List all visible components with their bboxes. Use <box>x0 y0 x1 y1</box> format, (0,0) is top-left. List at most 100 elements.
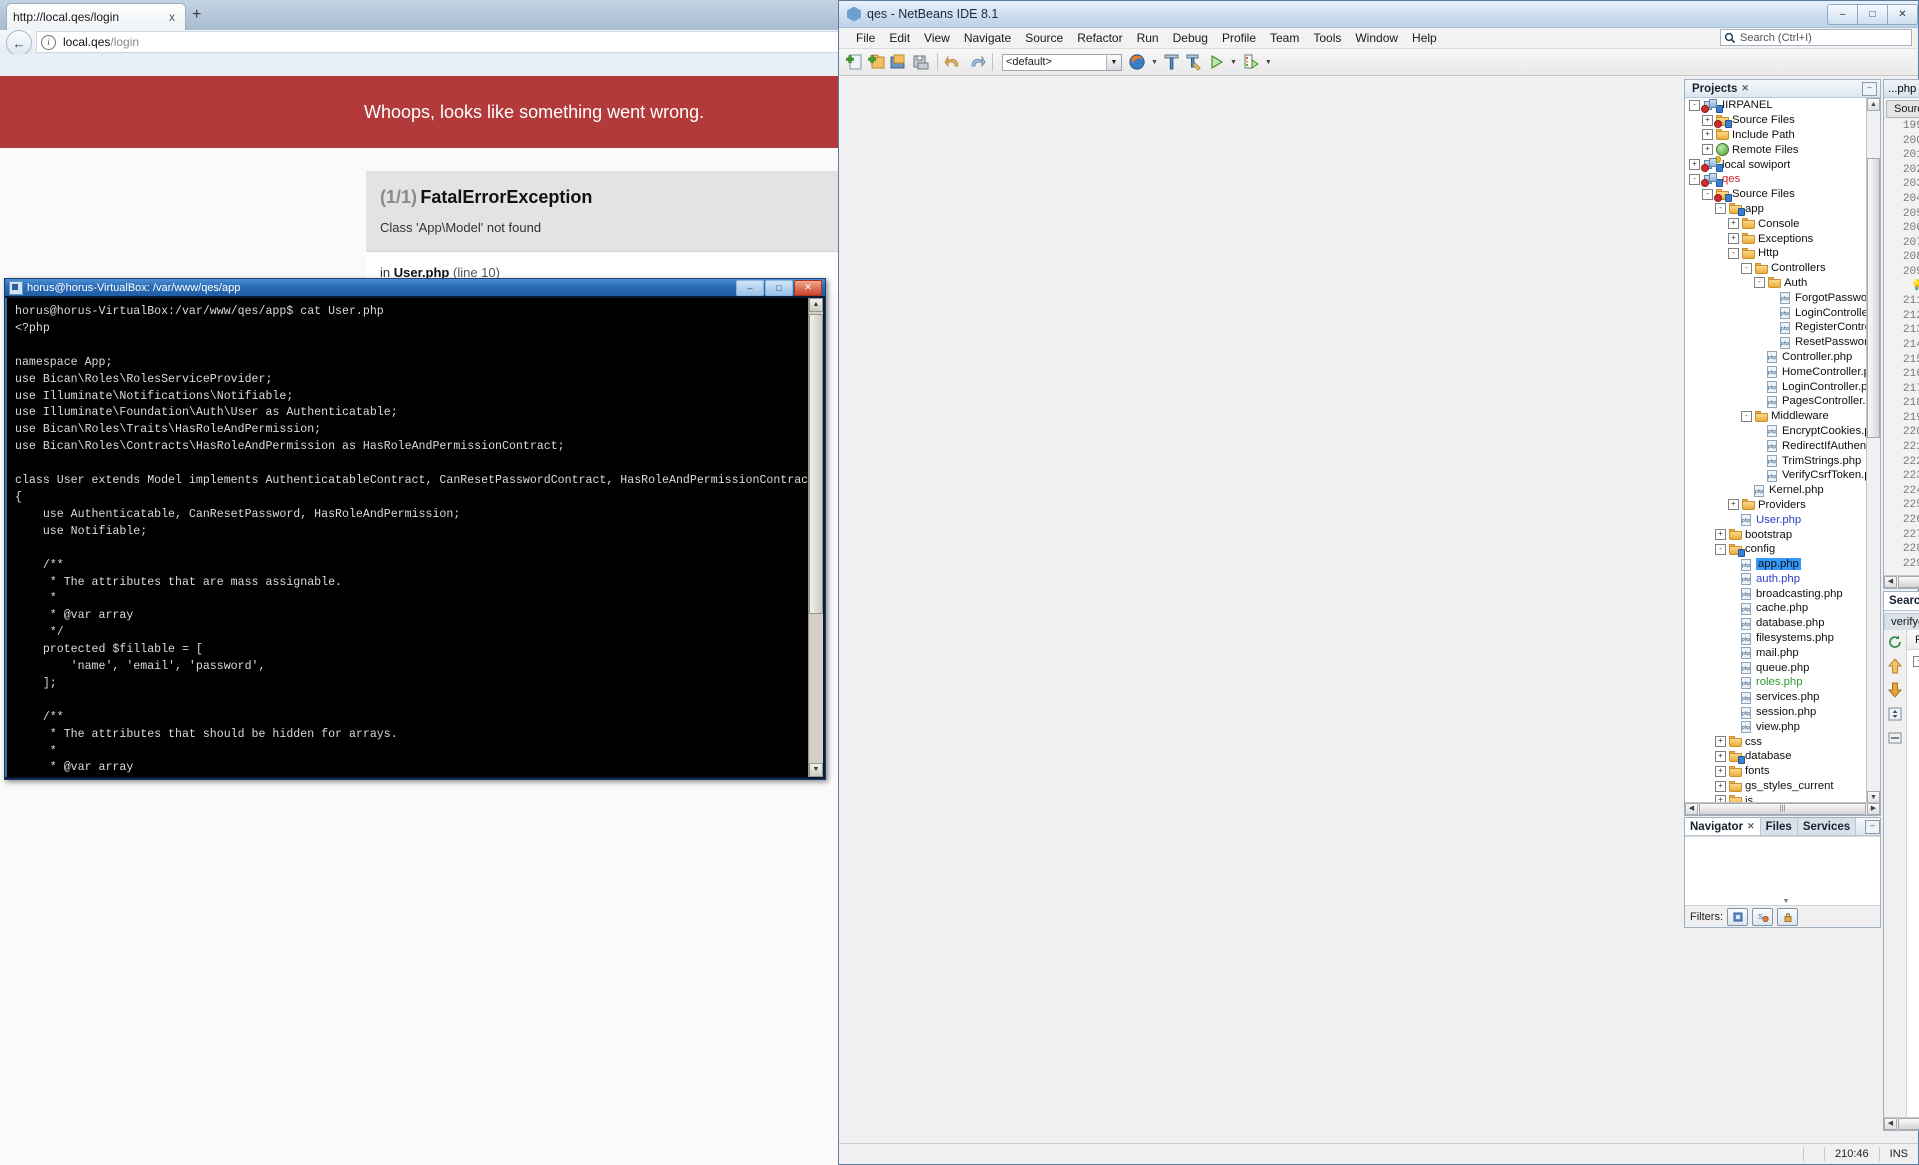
tree-node[interactable]: services.php <box>1685 690 1867 705</box>
tree-node[interactable]: VerifyCsrfToken.php <box>1685 468 1867 483</box>
tree-node[interactable]: ForgotPasswordController.php <box>1685 290 1867 305</box>
close-icon[interactable]: x <box>165 10 179 24</box>
scrollbar-thumb[interactable] <box>1867 158 1880 438</box>
tree-node[interactable]: + Source Files <box>1685 113 1867 128</box>
results-header-tab-0[interactable]: Search Results✕ <box>1884 592 1919 610</box>
tree-node[interactable]: - Auth <box>1685 276 1867 291</box>
expand-icon[interactable]: + <box>1702 114 1713 126</box>
tree-node[interactable]: HomeController.php <box>1685 364 1867 379</box>
collapse-icon[interactable]: - <box>1689 99 1700 111</box>
close-icon[interactable]: ✕ <box>1747 821 1755 832</box>
expand-collapse-icon[interactable] <box>1886 705 1904 723</box>
tree-node[interactable]: - config <box>1685 542 1867 557</box>
scroll-left-icon[interactable]: ◀ <box>1884 1118 1897 1130</box>
expand-icon[interactable]: + <box>1689 159 1700 171</box>
collapse-icon[interactable]: - <box>1741 410 1752 422</box>
collapse-icon[interactable]: - <box>1913 656 1919 667</box>
tree-node[interactable]: filesystems.php <box>1685 631 1867 646</box>
chevron-down-icon[interactable]: ▼ <box>1228 59 1239 66</box>
menu-source[interactable]: Source <box>1018 31 1070 45</box>
collapse-icon[interactable]: - <box>1689 173 1700 185</box>
scrollbar-thumb[interactable] <box>809 314 823 614</box>
debug-icon[interactable] <box>1241 52 1261 72</box>
close-button[interactable]: ✕ <box>1888 3 1918 25</box>
tree-node[interactable]: auth.php <box>1685 572 1867 587</box>
tree-node[interactable]: LoginController.php <box>1685 305 1867 320</box>
tree-node[interactable]: - Controllers <box>1685 261 1867 276</box>
maximize-button[interactable]: □ <box>765 279 793 296</box>
tree-node[interactable]: - Http <box>1685 246 1867 261</box>
menu-view[interactable]: View <box>917 31 957 45</box>
collapse-icon[interactable]: - <box>1715 203 1726 215</box>
projects-vertical-scrollbar[interactable]: ▲ ▼ <box>1866 98 1880 804</box>
minimize-icon[interactable]: – <box>1865 820 1880 834</box>
menu-window[interactable]: Window <box>1348 31 1405 45</box>
tree-node[interactable]: app.php <box>1685 557 1867 572</box>
tree-node[interactable]: - IIRPANEL <box>1685 98 1867 113</box>
run-icon[interactable] <box>1206 52 1226 72</box>
scroll-up-icon[interactable]: ▲ <box>1867 98 1880 111</box>
tree-node[interactable]: - app <box>1685 202 1867 217</box>
projects-horizontal-scrollbar[interactable]: ◀ ||| ▶ <box>1685 802 1880 815</box>
chevron-down-icon[interactable]: ▼ <box>1106 54 1121 70</box>
scroll-down-icon[interactable]: ▼ <box>809 763 823 777</box>
scrollbar-thumb[interactable]: ||| <box>1898 576 1919 588</box>
refresh-icon[interactable] <box>1886 633 1904 651</box>
scroll-left-icon[interactable]: ◀ <box>1685 803 1698 815</box>
show-non-public-icon[interactable] <box>1777 907 1798 926</box>
expand-icon[interactable]: + <box>1715 736 1726 748</box>
tab-services[interactable]: Services <box>1797 818 1857 835</box>
tree-node[interactable]: + bootstrap <box>1685 527 1867 542</box>
expand-icon[interactable]: + <box>1715 780 1726 792</box>
open-project-icon[interactable] <box>889 52 909 72</box>
tree-node[interactable]: view.php <box>1685 719 1867 734</box>
tree-node[interactable]: + Providers <box>1685 498 1867 513</box>
project-config-combo[interactable]: <default> ▼ <box>1002 53 1122 71</box>
back-icon[interactable]: ← <box>6 30 32 56</box>
results-sub-tab-verifycsrftoken[interactable]: verifycsrftoken✕ <box>1884 613 1919 630</box>
tree-node[interactable]: Controller.php <box>1685 350 1867 365</box>
tree-node[interactable]: + Console <box>1685 216 1867 231</box>
collapse-icon[interactable]: ▼ <box>1783 898 1790 905</box>
terminal-title-bar[interactable]: horus@horus-VirtualBox: /var/www/qes/app… <box>5 279 825 296</box>
code-editor[interactable]: 199200201202203204205206207208209💡211212… <box>1884 119 1919 575</box>
scroll-left-icon[interactable]: ◀ <box>1884 576 1897 588</box>
editor-tab-php[interactable]: ...php <box>1884 80 1919 97</box>
menu-tools[interactable]: Tools <box>1306 31 1348 45</box>
minimize-icon[interactable]: – <box>1862 81 1877 96</box>
tree-node[interactable]: Kernel.php <box>1685 483 1867 498</box>
tree-node[interactable]: RedirectIfAuthenticated.php <box>1685 438 1867 453</box>
expand-icon[interactable]: + <box>1702 129 1713 141</box>
scrollbar-thumb[interactable]: ||| <box>1699 803 1866 815</box>
expand-icon[interactable]: + <box>1715 529 1726 540</box>
expand-icon[interactable]: + <box>1715 765 1726 777</box>
navigator-content[interactable] <box>1685 836 1880 905</box>
tree-node[interactable]: database.php <box>1685 616 1867 631</box>
chevron-down-icon[interactable]: ▼ <box>1149 59 1160 66</box>
collapse-icon[interactable]: - <box>1728 247 1739 259</box>
collapse-icon[interactable]: - <box>1715 543 1726 555</box>
tree-node[interactable]: + Exceptions <box>1685 231 1867 246</box>
new-project-icon[interactable] <box>867 52 887 72</box>
tree-node[interactable]: roles.php <box>1685 675 1867 690</box>
browser-firefox-icon[interactable] <box>1127 52 1147 72</box>
tree-node[interactable]: LoginController.php <box>1685 379 1867 394</box>
expand-icon[interactable]: + <box>1728 499 1739 511</box>
tree-node[interactable]: ResetPasswordController.php <box>1685 335 1867 350</box>
tree-node[interactable]: + Include Path <box>1685 128 1867 143</box>
tree-node[interactable]: + Remote Files <box>1685 142 1867 157</box>
results-summary-row[interactable]: -Found 2 matches of canresetpassword in … <box>1913 654 1919 669</box>
netbeans-title-bar[interactable]: qes - NetBeans IDE 8.1 – □ ✕ <box>839 1 1918 28</box>
tree-node[interactable]: cache.php <box>1685 601 1867 616</box>
collapse-icon[interactable]: - <box>1702 188 1713 200</box>
redo-icon[interactable] <box>966 52 986 72</box>
expand-icon[interactable]: + <box>1728 233 1739 245</box>
show-inherited-icon[interactable] <box>1727 907 1748 926</box>
tab-projects[interactable]: Projects ✕ <box>1688 83 1753 95</box>
tree-node[interactable]: - Middleware <box>1685 409 1867 424</box>
tree-node[interactable]: session.php <box>1685 705 1867 720</box>
save-all-icon[interactable] <box>911 52 931 72</box>
tree-node[interactable]: + css <box>1685 734 1867 749</box>
menu-run[interactable]: Run <box>1130 31 1166 45</box>
menu-profile[interactable]: Profile <box>1215 31 1263 45</box>
